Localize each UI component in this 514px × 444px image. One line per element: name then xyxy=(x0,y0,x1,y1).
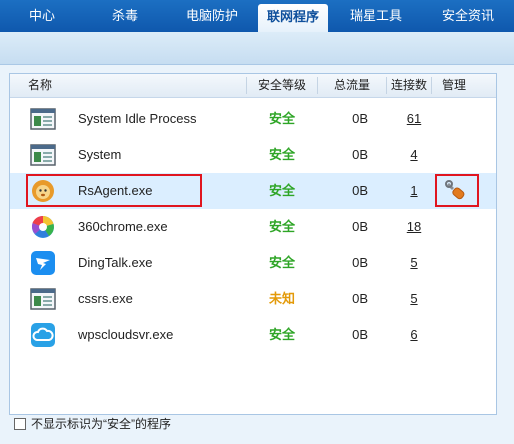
table-row[interactable]: System 安全 0B 4 xyxy=(10,137,496,173)
process-name: cssrs.exe xyxy=(78,291,133,306)
security-level: 安全 xyxy=(268,219,295,234)
col-connections[interactable]: 连接数 xyxy=(387,74,431,97)
table-row[interactable]: 360chrome.exe 安全 0B 18 xyxy=(10,209,496,245)
hide-safe-checkbox[interactable] xyxy=(14,418,26,430)
connections-link[interactable]: 1 xyxy=(394,173,434,209)
process-name: DingTalk.exe xyxy=(78,255,153,270)
table-header: 名称 安全等级 总流量 连接数 管理 xyxy=(10,74,496,98)
security-level: 安全 xyxy=(268,183,295,198)
program-table: 名称 安全等级 总流量 连接数 管理 System Idle Process 安… xyxy=(9,73,497,415)
hide-safe-label[interactable]: 不显示标识为“安全”的程序 xyxy=(31,415,171,433)
table-row-selected[interactable]: RsAgent.exe 安全 0B 1 xyxy=(10,173,496,209)
connections-link[interactable]: 4 xyxy=(394,137,434,173)
connections-link[interactable]: 5 xyxy=(394,245,434,281)
col-level[interactable]: 安全等级 xyxy=(247,74,317,97)
connections-link[interactable]: 5 xyxy=(394,281,434,317)
process-name: 360chrome.exe xyxy=(78,219,168,234)
tab-security-news[interactable]: 安全资讯 xyxy=(422,0,514,32)
security-level: 安全 xyxy=(268,255,295,270)
total-traffic: 0B xyxy=(352,219,368,234)
top-nav: 中心 杀毒 电脑防护 联网程序 瑞星工具 安全资讯 xyxy=(0,0,514,32)
table-row[interactable]: cssrs.exe 未知 0B 5 xyxy=(10,281,496,317)
dingtalk-icon xyxy=(30,251,56,275)
process-name: wpscloudsvr.exe xyxy=(78,327,174,342)
tab-rising-tools[interactable]: 瑞星工具 xyxy=(330,0,422,32)
total-traffic: 0B xyxy=(352,291,368,306)
toolbar-strip xyxy=(0,32,514,65)
tab-center[interactable]: 中心 xyxy=(0,0,84,32)
total-traffic: 0B xyxy=(352,327,368,342)
main-area: 名称 安全等级 总流量 连接数 管理 System Idle Process 安… xyxy=(0,65,514,444)
wrench-icon[interactable] xyxy=(443,179,469,203)
security-level: 安全 xyxy=(268,147,295,162)
tab-computer-protection[interactable]: 电脑防护 xyxy=(166,0,258,32)
connections-link[interactable]: 6 xyxy=(394,317,434,353)
lion-icon xyxy=(30,179,56,203)
table-row[interactable]: DingTalk.exe 安全 0B 5 xyxy=(10,245,496,281)
connections-link[interactable]: 61 xyxy=(394,101,434,137)
process-name: System Idle Process xyxy=(78,111,197,126)
footer: 不显示标识为“安全”的程序 xyxy=(14,415,171,433)
table-row[interactable]: System Idle Process 安全 0B 61 xyxy=(10,101,496,137)
360-browser-icon xyxy=(30,215,56,239)
security-level: 安全 xyxy=(268,327,295,342)
total-traffic: 0B xyxy=(352,147,368,162)
process-name: RsAgent.exe xyxy=(78,183,153,198)
total-traffic: 0B xyxy=(352,183,368,198)
table-row[interactable]: wpscloudsvr.exe 安全 0B 6 xyxy=(10,317,496,353)
connections-link[interactable]: 18 xyxy=(394,209,434,245)
tab-network-programs[interactable]: 联网程序 xyxy=(258,4,328,32)
security-level: 未知 xyxy=(268,291,295,306)
security-level: 安全 xyxy=(268,111,295,126)
process-name: System xyxy=(78,147,122,162)
window-app-icon xyxy=(30,107,56,131)
col-manage[interactable]: 管理 xyxy=(432,74,476,97)
window-app-icon xyxy=(30,143,56,167)
total-traffic: 0B xyxy=(352,255,368,270)
col-name[interactable]: 名称 xyxy=(28,74,52,97)
col-traffic[interactable]: 总流量 xyxy=(318,74,386,97)
total-traffic: 0B xyxy=(352,111,368,126)
cloud-icon xyxy=(30,323,56,347)
tab-antivirus[interactable]: 杀毒 xyxy=(84,0,166,32)
window-app-icon xyxy=(30,287,56,311)
